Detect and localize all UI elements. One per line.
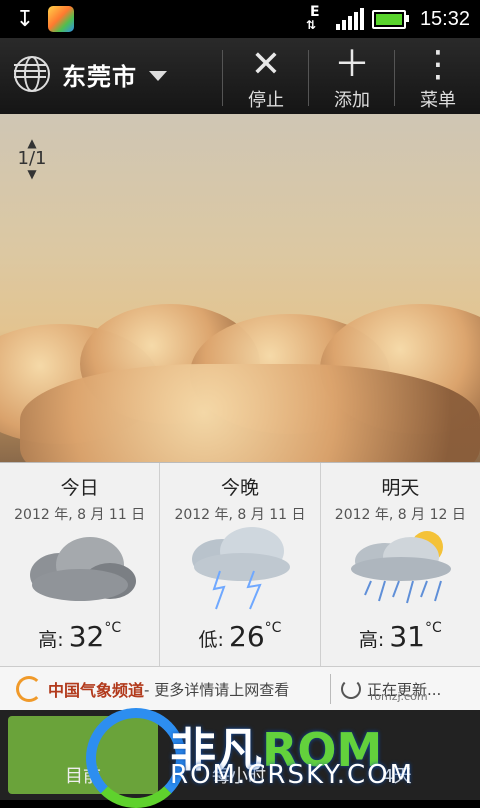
forecast-today[interactable]: 今日 2012 年, 8 月 11 日 高: 32°C	[0, 463, 161, 667]
status-time: 15:32	[419, 7, 470, 30]
dropdown-caret-icon	[149, 71, 167, 81]
network-type-icon: E ⇅	[305, 4, 320, 32]
add-label: 添加	[334, 90, 370, 111]
cloudy-icon	[30, 537, 136, 601]
watermark-small-text: romzj.com	[370, 690, 428, 703]
location-globe-icon	[14, 56, 50, 92]
forecast-day: 今日	[60, 477, 99, 499]
thunderstorm-icon	[192, 527, 291, 610]
forecast-panel: 今日 2012 年, 8 月 11 日 高: 32°C 今晚 2012 年, 8…	[0, 462, 480, 667]
forecast-temp: 高: 31°C	[358, 620, 442, 653]
forecast-temp: 高: 32°C	[38, 620, 122, 653]
add-button[interactable]: ＋ 添加	[312, 46, 392, 112]
ticker-brand: 中国气象频道	[48, 681, 145, 700]
stop-label: 停止	[248, 90, 284, 111]
page-indicator[interactable]: ▲ 1/1 ▼	[14, 136, 50, 181]
arrow-up-icon: ▲	[27, 136, 37, 150]
menu-button[interactable]: ⋮ 菜单	[398, 46, 478, 112]
sun-rain-icon	[350, 531, 451, 604]
forecast-day: 今晚	[220, 477, 259, 499]
forecast-tonight[interactable]: 今晚 2012 年, 8 月 11 日 低: 26°C	[160, 463, 321, 667]
close-icon: ✕	[250, 44, 282, 85]
weather-background-image	[0, 114, 480, 462]
forecast-date: 2012 年, 8 月 11 日	[174, 507, 306, 523]
forecast-temp: 低: 26°C	[198, 620, 282, 653]
forecast-date: 2012 年, 8 月 11 日	[14, 507, 146, 523]
stop-button[interactable]: ✕ 停止	[226, 46, 306, 112]
weather-channel-logo-icon	[16, 676, 42, 702]
forecast-tomorrow[interactable]: 明天 2012 年, 8 月 12 日 高: 31°C	[321, 463, 480, 667]
watermark-logo: 非凡ROM ROM.CRSKY.COM	[80, 704, 420, 808]
menu-label: 菜单	[420, 90, 456, 111]
city-name: 东莞市	[62, 62, 137, 91]
notification-app-icon	[48, 6, 74, 32]
battery-icon	[371, 9, 409, 29]
city-selector[interactable]: 东莞市	[14, 56, 167, 92]
page-indicator-text: 1/1	[17, 148, 47, 169]
overflow-menu-icon: ⋮	[420, 44, 456, 85]
action-bar: 东莞市 ✕ 停止 ＋ 添加 ⋮ 菜单	[0, 38, 480, 114]
signal-strength-icon	[335, 8, 364, 30]
refresh-icon	[341, 679, 362, 699]
arrow-down-icon: ▼	[27, 167, 37, 181]
forecast-date: 2012 年, 8 月 12 日	[334, 507, 466, 523]
status-bar: ↧ E ⇅ 15:32	[0, 0, 480, 38]
plus-icon: ＋	[333, 44, 370, 85]
usb-icon: ↧	[15, 6, 35, 32]
forecast-day: 明天	[381, 477, 420, 499]
ticker-message: - 更多详情请上网查看	[144, 680, 290, 699]
